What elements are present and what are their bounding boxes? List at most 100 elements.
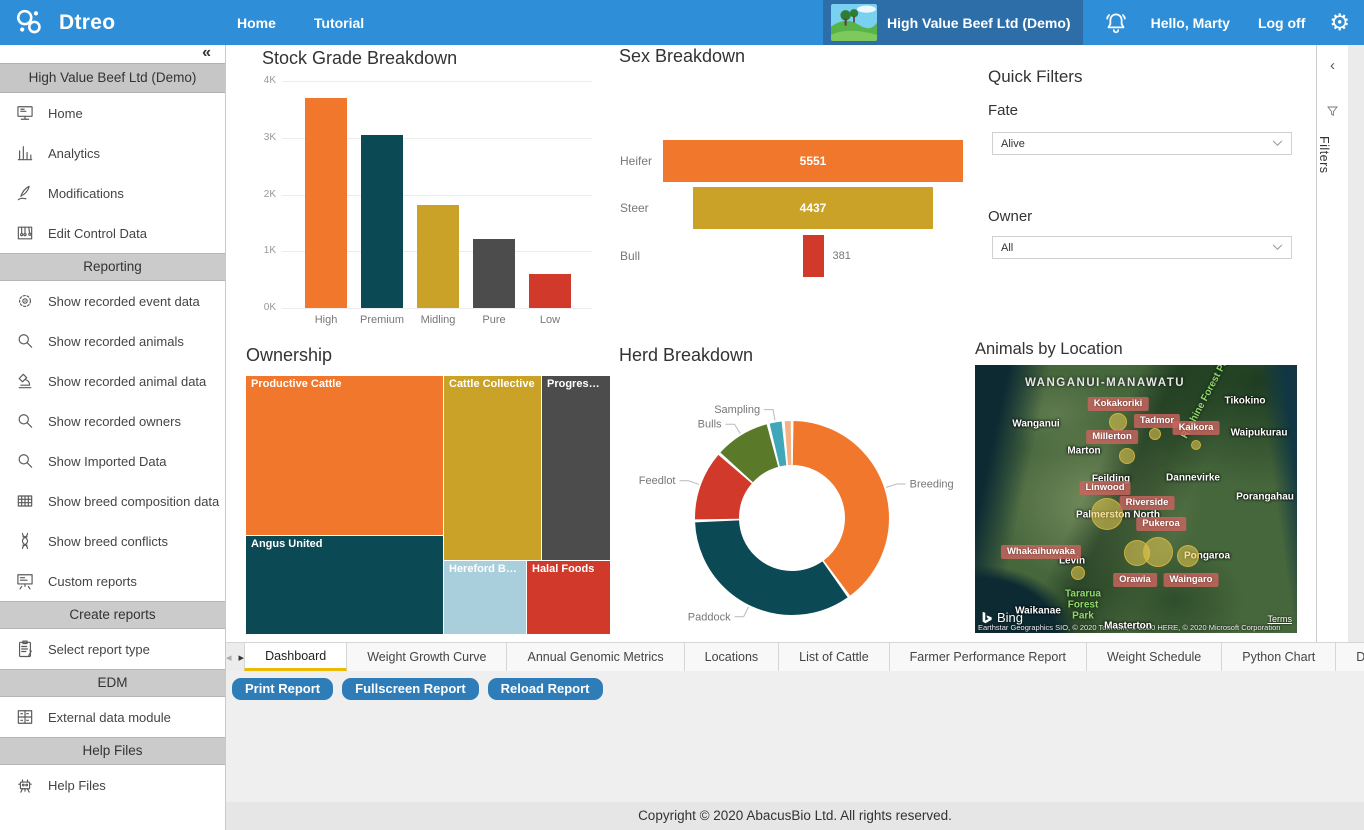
footer: Copyright © 2020 AbacusBio Ltd. All righ… [226,802,1364,830]
report-tab-list-of-cattle[interactable]: List of Cattle [779,643,889,671]
map-data-bubble[interactable] [1119,448,1135,464]
stock-grade-bar-pure[interactable] [473,239,515,308]
funnel-bar-steer[interactable]: 4437 [693,187,933,229]
donut-callout-line [735,607,749,617]
treemap-tile-productive-cattle[interactable]: Productive Cattle [246,376,443,535]
map-data-bubble[interactable] [1143,537,1173,567]
filter-funnel-icon[interactable] [1325,104,1340,119]
navbar-right: High Value Beef Ltd (Demo) Hello, Marty … [823,0,1364,45]
map-terms-link[interactable]: Terms [1268,614,1293,624]
stock-grade-bar-midling[interactable] [417,205,459,308]
treemap-tile-cattle-collective[interactable]: Cattle Collective [444,376,541,560]
donut-segment-feedlot[interactable] [717,443,867,593]
sidebar-item-custom-reports[interactable]: Custom reports [0,561,225,601]
stock-grade-bar-low[interactable] [529,274,571,308]
logoff-link[interactable]: Log off [1258,15,1305,31]
dtreo-logo-icon [12,6,46,40]
sidebar-item-show-recorded-animals[interactable]: Show recorded animals [0,321,225,361]
filters-rail-collapse-icon[interactable]: ‹ [1317,57,1348,74]
sidebar-item-label: Show recorded owners [48,414,181,429]
donut-segment-label: Paddock [688,611,731,623]
print-report-button[interactable]: Print Report [232,678,333,700]
sidebar-item-select-report-type[interactable]: Select report type [0,629,225,669]
notifications-bell-icon[interactable] [1103,10,1129,36]
report-tab-death-summary[interactable]: Death Summary [1336,643,1364,671]
sidebar-item-modifications[interactable]: Modifications [0,173,225,213]
fullscreen-report-button[interactable]: Fullscreen Report [342,678,479,700]
sidebar-item-label: Home [48,106,83,121]
donut-segment-sampling[interactable] [717,443,867,593]
owner-dropdown[interactable]: All [992,236,1292,259]
quick-filters-title: Quick Filters [988,67,1082,87]
map-data-bubble[interactable] [1177,545,1199,567]
sidebar-item-external-data-module[interactable]: External data module [0,697,225,737]
scrollbar-track[interactable] [1348,45,1364,642]
brand-zone: Dtreo [0,6,226,40]
sidebar-item-show-recorded-event-data[interactable]: Show recorded event data [0,281,225,321]
sidebar-item-show-imported-data[interactable]: Show Imported Data [0,441,225,481]
reload-report-button[interactable]: Reload Report [488,678,603,700]
sidebar-item-home[interactable]: Home [0,93,225,133]
funnel-category-label: Steer [620,201,649,215]
report-tab-farmer-performance-report[interactable]: Farmer Performance Report [890,643,1087,671]
sidebar-item-show-breed-conflicts[interactable]: Show breed conflicts [0,521,225,561]
treemap-tile-angus-united[interactable]: Angus United [246,536,443,634]
sidebar-item-analytics[interactable]: Analytics [0,133,225,173]
report-tab-python-chart[interactable]: Python Chart [1222,643,1336,671]
map-farm-label: Whakaihuwaka [1001,545,1081,559]
magnifier-icon [14,410,36,432]
map-data-bubble[interactable] [1149,428,1161,440]
stock-grade-bar-premium[interactable] [361,135,403,308]
donut-segment-other[interactable] [717,443,867,593]
sidebar-item-edit-control-data[interactable]: Edit Control Data [0,213,225,253]
tab-scroll-left-icon[interactable]: ◂ [226,651,232,664]
map-farm-label: Kaikora [1173,421,1220,435]
funnel-category-label: Bull [620,249,640,263]
donut-segment-paddock[interactable] [717,443,867,593]
report-tab-weight-growth-curve[interactable]: Weight Growth Curve [347,643,507,671]
donut-segment-breeding[interactable] [717,443,867,593]
stock-grade-bar-high[interactable] [305,98,347,308]
map-data-bubble[interactable] [1109,413,1127,431]
report-tab-weight-schedule[interactable]: Weight Schedule [1087,643,1222,671]
sidebar-section-create-reports: Create reports [0,601,225,629]
fate-label: Fate [988,102,1018,119]
treemap-tile-progressive-[interactable]: Progressive... [542,376,610,560]
settings-gear-icon[interactable]: ⚙ [1329,11,1350,34]
x-axis-label: Premium [354,314,410,326]
sidebar-item-label: External data module [48,710,171,725]
herd-breakdown-donut[interactable]: BreedingPaddockFeedlotBullsSampling [626,397,986,637]
report-tab-annual-genomic-metrics[interactable]: Annual Genomic Metrics [507,643,684,671]
map-data-bubble[interactable] [1091,498,1123,530]
sidebar-item-show-recorded-owners[interactable]: Show recorded owners [0,401,225,441]
sidebar-item-label: Show recorded event data [48,294,200,309]
treemap-tile-halal-foods[interactable]: Halal Foods [527,561,610,634]
brand-name[interactable]: Dtreo [59,11,115,35]
location-map[interactable]: WANGANUI-MANAWATU Bing Earthstar Geograp… [975,365,1297,633]
sidebar-item-label: Show recorded animal data [48,374,206,389]
sidebar-collapse-icon[interactable]: « [0,45,225,63]
funnel-bar-bull[interactable] [803,235,824,277]
tab-scroll-arrows: ◂ ▸ [226,643,244,671]
funnel-bar-heifer[interactable]: 5551 [663,140,963,182]
donut-segment-bulls[interactable] [717,443,867,593]
report-canvas: Stock Grade Breakdown 0K1K2K3K4KHighPrem… [226,45,1316,642]
nav-link-tutorial[interactable]: Tutorial [314,15,364,31]
report-tab-locations[interactable]: Locations [685,643,780,671]
nav-link-home[interactable]: Home [237,15,276,31]
map-town-label: Wanganui [1012,419,1059,430]
report-tab-dashboard[interactable]: Dashboard [244,643,347,671]
treemap-tile-label: Hereford Beef [444,561,526,577]
donut-segment-label: Sampling [714,404,760,416]
map-region-label: WANGANUI-MANAWATU [1025,377,1185,389]
company-selector[interactable]: High Value Beef Ltd (Demo) [823,0,1083,45]
sidebar-item-show-breed-composition-data[interactable]: Show breed composition data [0,481,225,521]
fate-dropdown[interactable]: Alive [992,132,1292,155]
sex-breakdown-visual: Sex Breakdown Heifer5551Steer4437Bull381 [616,45,986,335]
greeting-text[interactable]: Hello, Marty [1151,15,1230,31]
map-data-bubble[interactable] [1191,440,1201,450]
sidebar-item-show-recorded-animal-data[interactable]: Show recorded animal data [0,361,225,401]
sidebar-item-help-files[interactable]: Help Files [0,765,225,805]
treemap-tile-hereford-beef[interactable]: Hereford Beef [444,561,526,634]
map-data-bubble[interactable] [1071,566,1085,580]
